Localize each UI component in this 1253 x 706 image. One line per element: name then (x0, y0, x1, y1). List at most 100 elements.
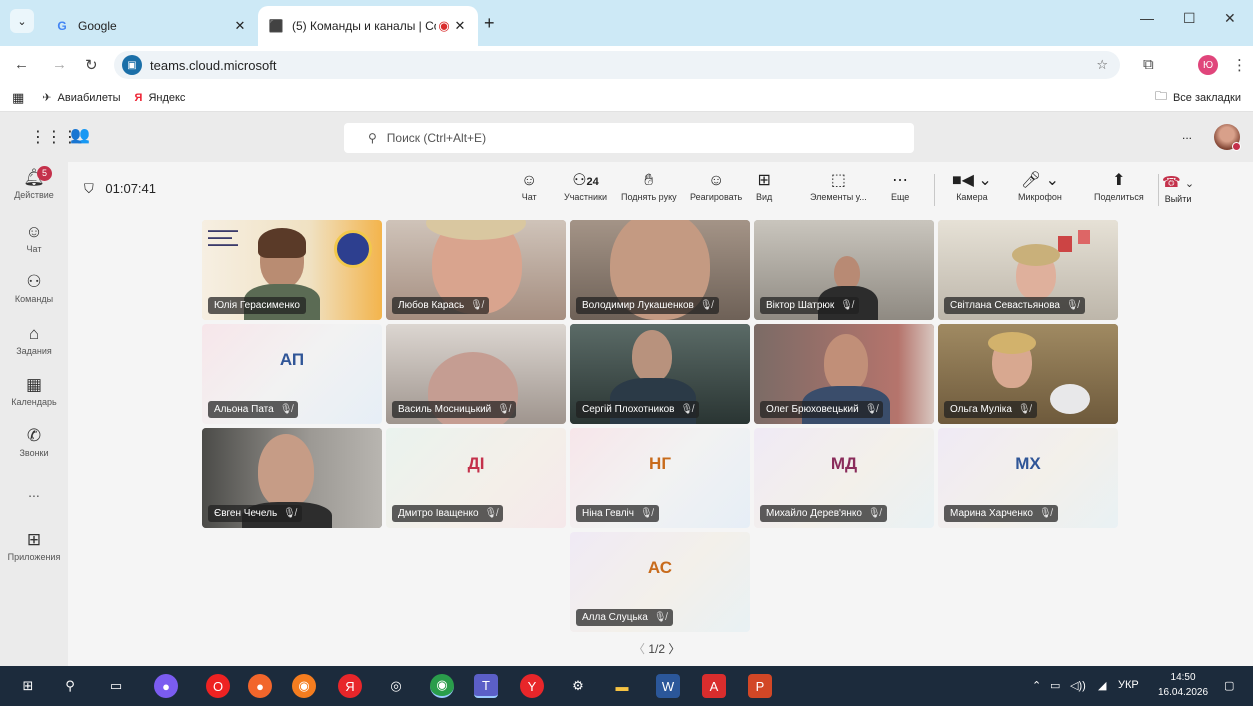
participant-tile[interactable]: Володимир Лукашенков 🎙︎̸ (570, 220, 750, 320)
powerpoint-icon[interactable]: P (748, 674, 772, 698)
extensions-icon[interactable]: ⧉ (1143, 56, 1154, 73)
settings-gear-icon[interactable]: ⚙ (566, 674, 590, 698)
eye-icon[interactable]: ◎ (384, 674, 408, 698)
system-clock[interactable]: 14:50 16.04.2026 (1158, 670, 1208, 700)
rail-item-activity[interactable]: 🔔︎ 5 Действие (0, 166, 68, 200)
close-tab-icon[interactable]: ✕ (232, 18, 248, 34)
mic-button[interactable]: 🎤︎ ⌄ Микрофон (1018, 170, 1062, 202)
rail-item-apps[interactable]: ⊞ Приложения (0, 530, 68, 562)
prev-page-icon[interactable]: 〈 (633, 642, 645, 656)
word-icon[interactable]: W (656, 674, 680, 698)
leave-label: Выйти (1164, 194, 1192, 204)
participant-tile[interactable]: МД Михайло Дерев'янко 🎙︎̸ (754, 428, 934, 528)
camera-button[interactable]: ■◀ ⌄ Камера (952, 170, 992, 202)
participant-tile[interactable]: Сергій Плохотников 🎙︎̸ (570, 324, 750, 424)
participant-tile[interactable]: ДІ Дмитро Іващенко 🎙︎̸ (386, 428, 566, 528)
participant-tile[interactable]: ▬▬▬▬▬ ▬▬▬▬ ▬▬▬▬▬ Юлія Герасименко (202, 220, 382, 320)
participant-tile[interactable]: Євген Чечель 🎙︎̸ (202, 428, 382, 528)
participant-tile[interactable]: Василь Мосницький 🎙︎̸ (386, 324, 566, 424)
chat-label: Чат (521, 192, 537, 202)
participant-tile[interactable]: Любов Карась 🎙︎̸ (386, 220, 566, 320)
participants-button[interactable]: ⚇24 Участники (564, 170, 607, 202)
participant-tile[interactable]: АП Альона Пата 🎙︎̸ (202, 324, 382, 424)
shield-icon: ⛉ (84, 181, 94, 196)
windows-start-icon[interactable]: ⊞ (16, 674, 40, 698)
rail-item-assignments[interactable]: ⌂ Задания (0, 324, 68, 356)
react-button[interactable]: ☺ Реагировать (690, 170, 742, 202)
url-field[interactable]: ▣ teams.cloud.microsoft ☆ (114, 51, 1120, 79)
share-button[interactable]: ⬆ Поделиться (1094, 170, 1144, 202)
more-button[interactable]: ⋯ Еще (891, 170, 909, 202)
notifications-icon[interactable]: ▢ (1224, 679, 1234, 692)
settings-more-icon[interactable]: ... (1182, 128, 1192, 142)
face-shape (632, 330, 672, 382)
participant-tile[interactable]: Ольга Муліка 🎙︎̸ (938, 324, 1118, 424)
volume-icon[interactable]: ◁)) (1070, 679, 1086, 692)
muted-mic-icon: 🎙︎̸ (484, 508, 498, 519)
task-view-icon[interactable]: ▭ (104, 674, 128, 698)
elements-button[interactable]: ⬚ Элементы у... (810, 170, 867, 202)
leave-button[interactable]: ☎ ⌄ Выйти (1162, 172, 1194, 204)
all-bookmarks[interactable]: Все закладки (1173, 92, 1241, 104)
participant-tile[interactable]: НГ Ніна Гевліч 🎙︎̸ (570, 428, 750, 528)
minimize-button[interactable]: — (1140, 10, 1154, 26)
firefox-icon[interactable]: ◉ (292, 674, 316, 698)
tab-search-button[interactable]: ⌄ (10, 9, 34, 33)
profile-avatar[interactable]: Ю (1198, 55, 1218, 75)
rail-item-chat[interactable]: ☺ Чат (0, 222, 68, 254)
rail-item-calls[interactable]: ✆ Звонки (0, 426, 68, 458)
bookmark-star-icon[interactable]: ☆ (1096, 57, 1108, 73)
user-avatar[interactable] (1214, 124, 1241, 151)
acrobat-icon[interactable]: A (702, 674, 726, 698)
reload-icon[interactable]: ↻ (85, 56, 98, 74)
bookmark-yandex[interactable]: Яндекс (148, 92, 185, 104)
browser-menu-icon[interactable]: ⋮ (1232, 56, 1247, 74)
yandex-browser-icon[interactable]: Я (338, 674, 362, 698)
close-tab-icon[interactable]: ✕ (452, 18, 468, 34)
search-icon[interactable]: ⚲ (58, 674, 82, 698)
site-info-icon[interactable]: ▣ (122, 55, 142, 75)
close-window-button[interactable]: ✕ (1224, 10, 1236, 27)
yandex-icon[interactable]: Y (520, 674, 544, 698)
participant-tile[interactable]: АС Алла Слуцька 🎙︎̸ (570, 532, 750, 632)
rail-item-more[interactable]: ... (0, 484, 68, 500)
teams-icon: ⬛ (268, 19, 284, 33)
opera-icon[interactable]: O (206, 674, 230, 698)
rail-item-teams[interactable]: ⚇ Команды (0, 272, 68, 304)
raise-hand-button[interactable]: ✋︎ Поднять руку (621, 170, 677, 202)
chat-button[interactable]: ☺ Чат (521, 170, 537, 202)
chrome-icon[interactable]: ◉ (430, 674, 454, 698)
app-icon[interactable]: ● (248, 674, 272, 698)
participant-tile[interactable]: Олег Брюховецький 🎙︎̸ (754, 324, 934, 424)
participant-name: Олег Брюховецький 🎙︎̸ (760, 401, 884, 418)
participant-tile[interactable]: МХ Марина Харченко 🎙︎̸ (938, 428, 1118, 528)
participant-name: Марина Харченко 🎙︎̸ (944, 505, 1058, 522)
search-input[interactable]: ⚲ Поиск (Ctrl+Alt+E) (344, 123, 914, 153)
new-tab-button[interactable]: + (484, 13, 495, 34)
elements-label: Элементы у... (810, 192, 867, 202)
rail-item-calendar[interactable]: ▦ Календарь (0, 375, 68, 407)
next-page-icon[interactable]: 〉 (668, 642, 680, 656)
forward-icon[interactable]: → (52, 56, 67, 73)
file-explorer-icon[interactable]: ▬ (610, 674, 634, 698)
tab-teams[interactable]: ⬛ (5) Команды и каналы | Co ◉ ✕ (258, 6, 478, 46)
tray-chevron-icon[interactable]: ⌃ (1032, 679, 1041, 692)
participant-tile[interactable]: Світлана Севастьянова 🎙︎̸ (938, 220, 1118, 320)
toolbar-divider (934, 174, 935, 206)
alice-icon[interactable]: ● (154, 674, 178, 698)
rail-label: Приложения (7, 552, 61, 562)
network-icon[interactable]: ◢ (1098, 679, 1106, 692)
language-indicator[interactable]: УКР (1118, 679, 1139, 691)
tab-google[interactable]: G Google ✕ (44, 6, 258, 46)
teams-taskbar-icon[interactable]: T (474, 674, 498, 698)
maximize-button[interactable]: ☐ (1183, 10, 1196, 27)
back-icon[interactable]: ← (14, 56, 29, 73)
bookmark-aviabilety[interactable]: Авиабилеты (58, 92, 121, 104)
muted-mic-icon: 🎙︎̸ (840, 300, 853, 311)
apps-grid-icon[interactable]: ▦ (12, 90, 24, 106)
participant-tile[interactable]: Віктор Шатрюк 🎙︎̸ (754, 220, 934, 320)
battery-icon[interactable]: ▭ (1050, 679, 1060, 692)
view-button[interactable]: ⊞ Вид (756, 170, 772, 202)
hand-icon: ✋︎ (644, 172, 654, 189)
rail-label: Звонки (19, 448, 49, 458)
